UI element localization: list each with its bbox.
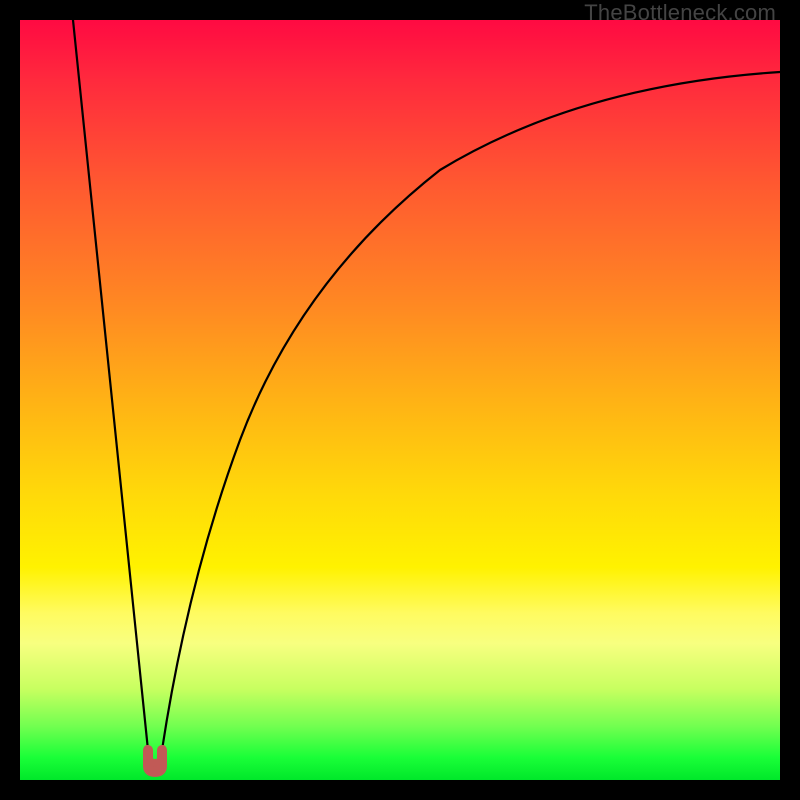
chart-frame: TheBottleneck.com: [0, 0, 800, 800]
curve-layer: [20, 20, 780, 780]
bottleneck-curve-left: [73, 20, 148, 750]
plot-area: [20, 20, 780, 780]
bottleneck-curve-right: [162, 72, 780, 750]
